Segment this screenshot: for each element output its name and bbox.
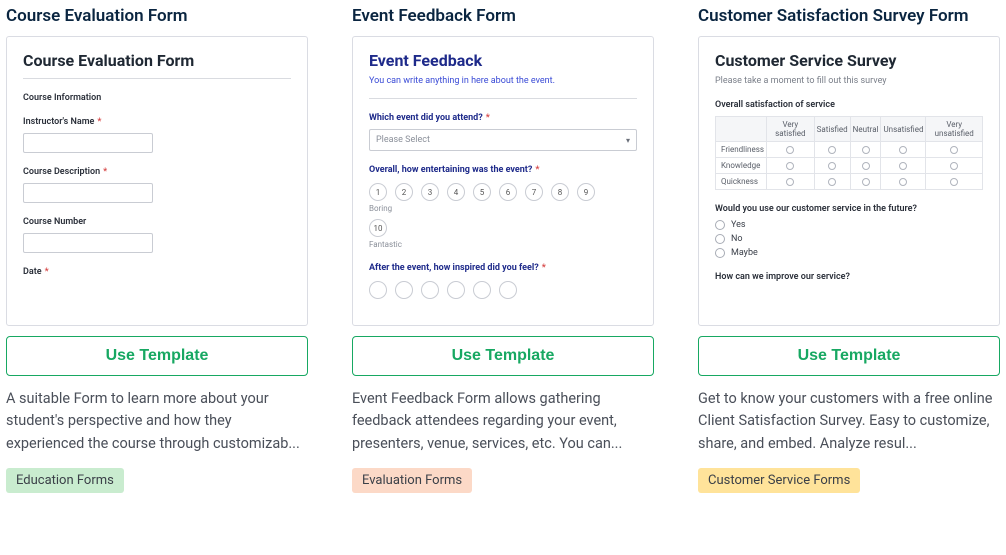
- template-description: A suitable Form to learn more about your…: [6, 388, 308, 456]
- preview-rating-scale: 10: [369, 219, 637, 237]
- use-template-button[interactable]: Use Template: [352, 336, 654, 376]
- preview-subheading: Please take a moment to fill out this su…: [715, 76, 983, 86]
- preview-radio-option: Maybe: [715, 248, 983, 258]
- preview-rating-scale: [369, 281, 637, 299]
- rating-option: 1: [369, 183, 387, 201]
- preview-rating-scale: 1 2 3 4 5 6 7 8 9: [369, 183, 637, 201]
- template-card: Event Feedback Form Event Feedback You c…: [352, 6, 654, 493]
- divider: [369, 98, 637, 99]
- rating-option: 5: [473, 183, 491, 201]
- use-template-button[interactable]: Use Template: [698, 336, 1000, 376]
- template-preview[interactable]: Event Feedback You can write anything in…: [352, 36, 654, 326]
- preview-question: After the event, how inspired did you fe…: [369, 263, 637, 273]
- preview-input: [23, 133, 153, 153]
- preview-question: Overall, how entertaining was the event?…: [369, 165, 637, 175]
- preview-input: [23, 183, 153, 203]
- preview-matrix: Very satisfied Satisfied Neutral Unsatis…: [715, 116, 983, 190]
- preview-field-label: Course Description*: [23, 167, 291, 177]
- template-description: Get to know your customers with a free o…: [698, 388, 1000, 456]
- preview-question: Overall satisfaction of service: [715, 100, 983, 110]
- preview-question: How can we improve our service?: [715, 272, 983, 282]
- chevron-down-icon: ▾: [626, 136, 630, 145]
- rating-option: [369, 281, 387, 299]
- preview-field-label: Date*: [23, 267, 291, 277]
- template-title[interactable]: Customer Satisfaction Survey Form: [698, 6, 1000, 26]
- rating-option: 3: [421, 183, 439, 201]
- rating-low-label: Boring: [369, 204, 637, 213]
- preview-field-label: Instructor's Name*: [23, 117, 291, 127]
- rating-option: 10: [369, 219, 387, 237]
- template-preview[interactable]: Course Evaluation Form Course Informatio…: [6, 36, 308, 326]
- preview-heading: Course Evaluation Form: [23, 51, 291, 70]
- template-title[interactable]: Event Feedback Form: [352, 6, 654, 26]
- matrix-row: Knowledge: [716, 158, 983, 174]
- preview-radio-option: No: [715, 234, 983, 244]
- template-preview[interactable]: Customer Service Survey Please take a mo…: [698, 36, 1000, 326]
- preview-heading: Event Feedback: [369, 51, 637, 70]
- rating-option: [499, 281, 517, 299]
- preview-heading: Customer Service Survey: [715, 51, 983, 70]
- preview-field-label: Course Number: [23, 217, 291, 227]
- preview-subheading: You can write anything in here about the…: [369, 76, 637, 86]
- category-tag[interactable]: Evaluation Forms: [352, 468, 472, 493]
- matrix-row: Friendliness: [716, 142, 983, 158]
- rating-option: 2: [395, 183, 413, 201]
- rating-high-label: Fantastic: [369, 240, 637, 249]
- rating-option: [447, 281, 465, 299]
- rating-option: 4: [447, 183, 465, 201]
- rating-option: 7: [525, 183, 543, 201]
- template-description: Event Feedback Form allows gathering fee…: [352, 388, 654, 456]
- divider: [23, 78, 291, 79]
- preview-select: Please Select ▾: [369, 129, 637, 151]
- preview-radio-option: Yes: [715, 220, 983, 230]
- rating-option: [395, 281, 413, 299]
- use-template-button[interactable]: Use Template: [6, 336, 308, 376]
- matrix-row: Quickness: [716, 174, 983, 190]
- preview-section-label: Course Information: [23, 93, 291, 103]
- preview-question: Which event did you attend?*: [369, 113, 637, 123]
- preview-question: Would you use our customer service in th…: [715, 204, 983, 214]
- rating-option: [473, 281, 491, 299]
- template-title[interactable]: Course Evaluation Form: [6, 6, 308, 26]
- rating-option: 6: [499, 183, 517, 201]
- category-tag[interactable]: Customer Service Forms: [698, 468, 860, 493]
- template-card: Customer Satisfaction Survey Form Custom…: [698, 6, 1000, 493]
- rating-option: 9: [577, 183, 595, 201]
- preview-input: [23, 233, 153, 253]
- category-tag[interactable]: Education Forms: [6, 468, 124, 493]
- rating-option: 8: [551, 183, 569, 201]
- templates-grid: Course Evaluation Form Course Evaluation…: [6, 6, 1000, 493]
- rating-option: [421, 281, 439, 299]
- template-card: Course Evaluation Form Course Evaluation…: [6, 6, 308, 493]
